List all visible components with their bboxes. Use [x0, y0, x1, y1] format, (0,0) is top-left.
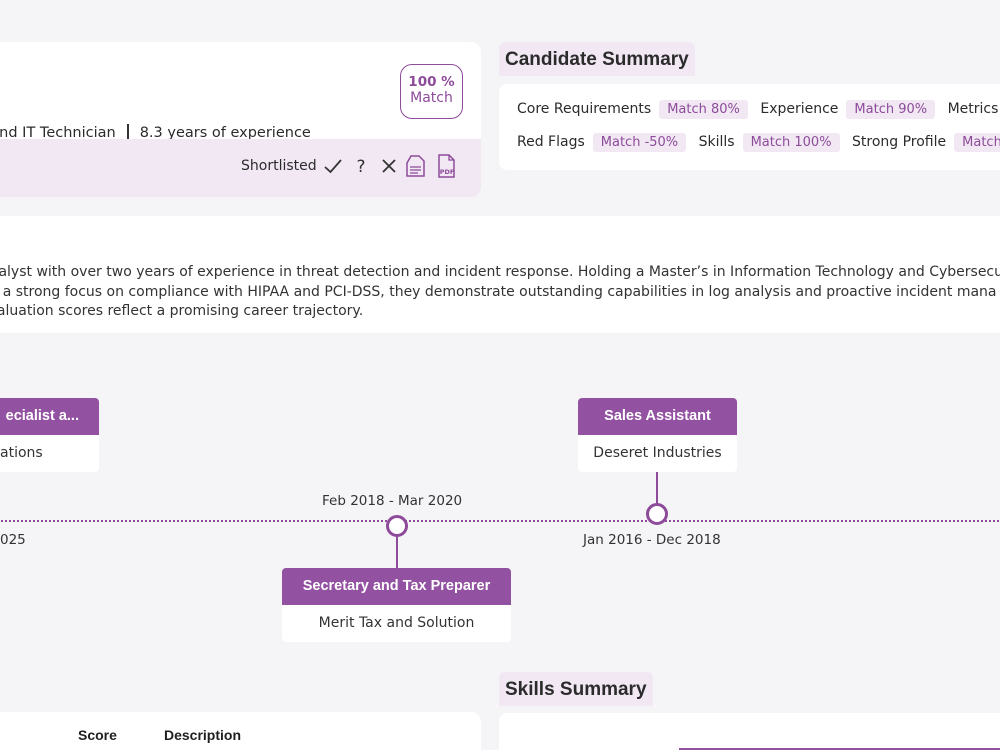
table-header: Description: [164, 727, 242, 743]
timeline-stem: [656, 472, 658, 504]
summary-label: Strong Profile: [852, 134, 947, 150]
candidate-description: Analyst with over two years of experienc…: [0, 263, 1000, 322]
summary-label: Red Flags: [517, 134, 585, 150]
skills-summary-title: Skills Summary: [499, 672, 653, 706]
match-tag: Match -50%: [592, 133, 687, 152]
timeline-node[interactable]: [386, 515, 408, 537]
timeline-entry[interactable]: ecialist a... ations: [0, 398, 99, 472]
description-line: Analyst with over two years of experienc…: [0, 264, 1000, 280]
document-icon[interactable]: [404, 153, 428, 179]
match-tag: Match 100%: [742, 133, 840, 152]
summary-label: Metrics o: [947, 101, 1000, 117]
pdf-icon[interactable]: PDF: [435, 153, 459, 179]
svg-text:PDF: PDF: [440, 168, 455, 176]
match-tag: Match 9: [954, 133, 1000, 152]
timeline-org: ations: [0, 445, 43, 461]
candidate-summary-title: Candidate Summary: [499, 42, 695, 76]
candidate-description-card: Analyst with over two years of experienc…: [0, 216, 1000, 333]
candidate-card: t and IT Technician8.3 years of experien…: [0, 42, 481, 197]
match-badge: 100 % Match: [400, 64, 463, 119]
match-percent: 100 %: [408, 74, 455, 90]
skills-summary-card: [499, 713, 1000, 750]
status-label: Shortlisted: [241, 158, 317, 174]
summary-row: Core Requirements Match 80% Experience Mat…: [517, 100, 1000, 119]
timeline-role: Sales Assistant: [578, 398, 737, 435]
match-label: Match: [410, 90, 453, 106]
timeline-date: Feb 2018 - Mar 2020: [322, 493, 463, 509]
question-icon[interactable]: ?: [349, 153, 373, 179]
timeline-org: Merit Tax and Solution: [318, 615, 475, 631]
timeline-role: ecialist a...: [0, 398, 99, 435]
info-separator: [126, 124, 129, 139]
summary-label: Skills: [698, 134, 735, 150]
timeline-org: Deseret Industries: [593, 445, 722, 461]
candidate-actions-bar: Shortlisted ? PDF: [0, 139, 481, 197]
timeline-date: Jan 2016 - Dec 2018: [583, 532, 721, 548]
timeline-entry[interactable]: Sales Assistant Deseret Industries: [578, 398, 737, 472]
close-icon[interactable]: [377, 153, 401, 179]
svg-text:?: ?: [356, 157, 365, 177]
match-tag: Match 80%: [659, 100, 748, 119]
timeline-line: [0, 520, 1000, 522]
summary-label: Core Requirements: [517, 101, 652, 117]
timeline-entry[interactable]: Secretary and Tax Preparer Merit Tax and…: [282, 568, 511, 642]
candidate-summary-card: Core Requirements Match 80% Experience Mat…: [499, 84, 1000, 170]
check-icon[interactable]: [321, 153, 345, 179]
timeline-node[interactable]: [646, 503, 668, 525]
table-header: Score: [78, 727, 117, 743]
timeline-role: Secretary and Tax Preparer: [282, 568, 511, 605]
timeline-date: 025: [0, 532, 26, 548]
description-line: evaluation scores reflect a promising ca…: [0, 303, 364, 319]
description-line: ith a strong focus on compliance with HI…: [0, 283, 997, 300]
match-tag: Match 90%: [846, 100, 936, 119]
summary-row: Red Flags Match -50% Skills Match 100% Str…: [517, 133, 1000, 152]
timeline-stem: [396, 537, 398, 568]
summary-label: Experience: [760, 101, 839, 117]
score-table: re Score Description: [0, 712, 481, 750]
